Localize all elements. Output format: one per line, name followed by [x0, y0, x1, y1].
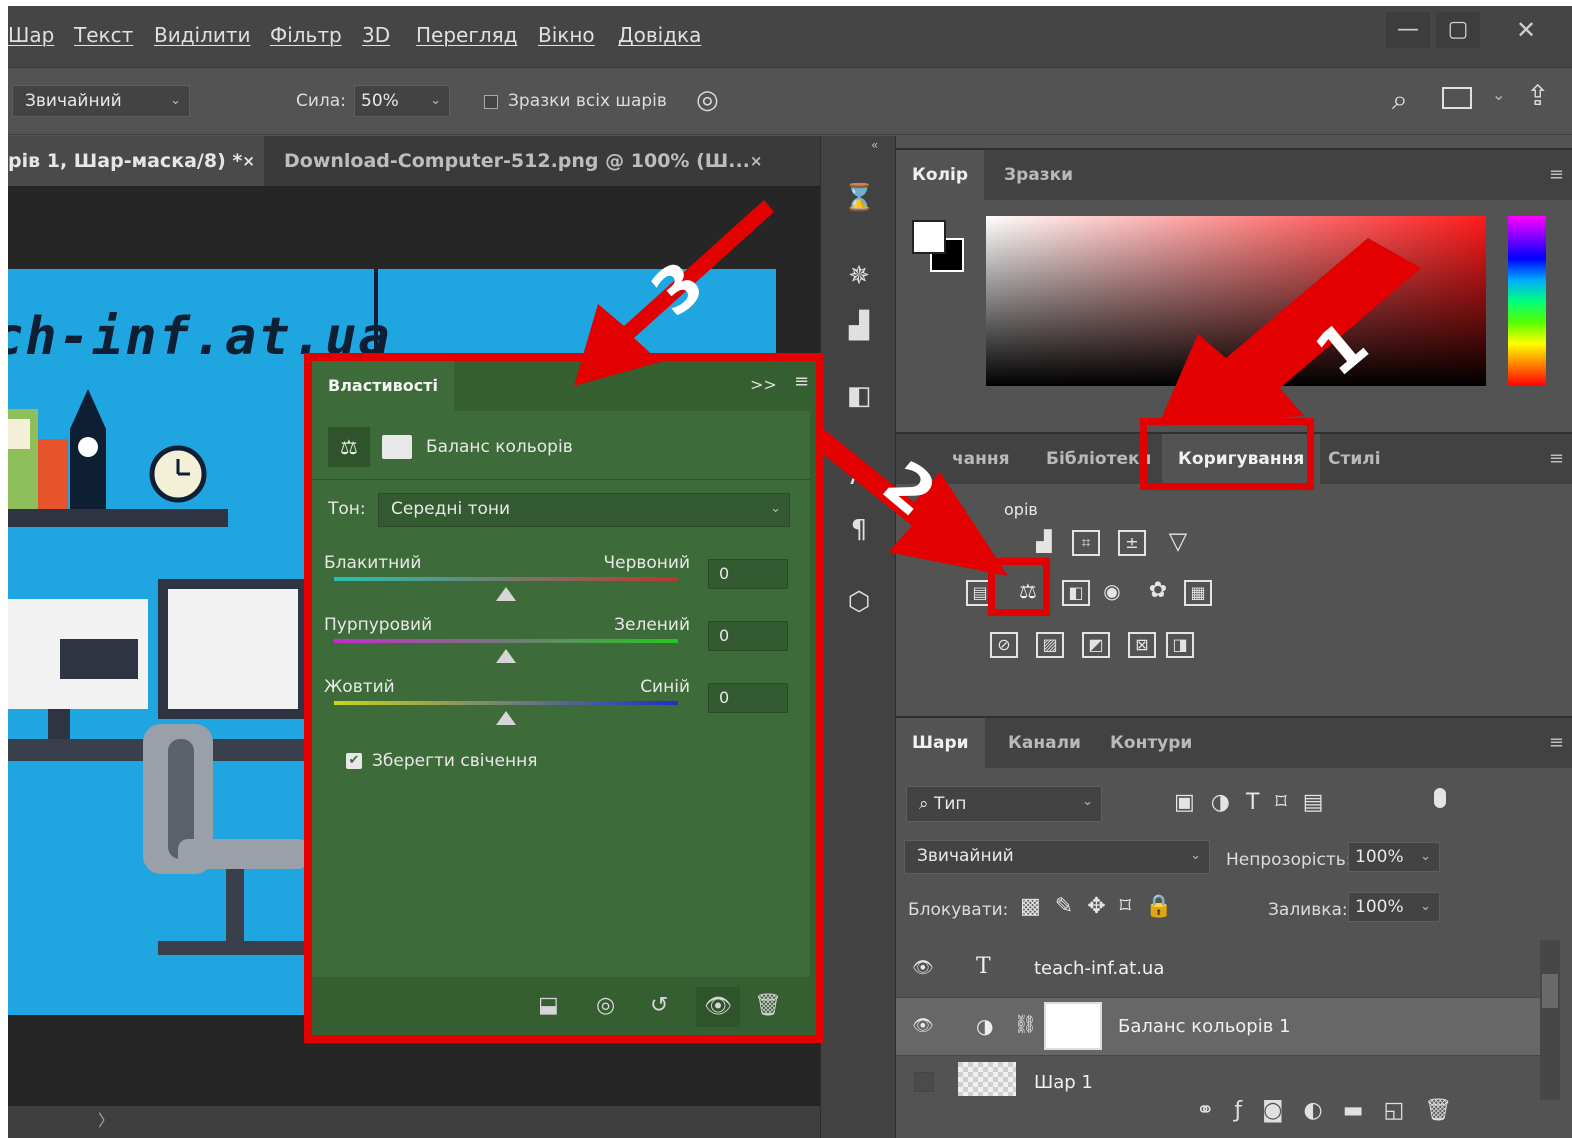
photoshop-window: Шар Текст Виділити Фільтр 3D Перегляд Ві…: [8, 6, 1572, 1138]
annotation-arrows: [574, 200, 1421, 576]
